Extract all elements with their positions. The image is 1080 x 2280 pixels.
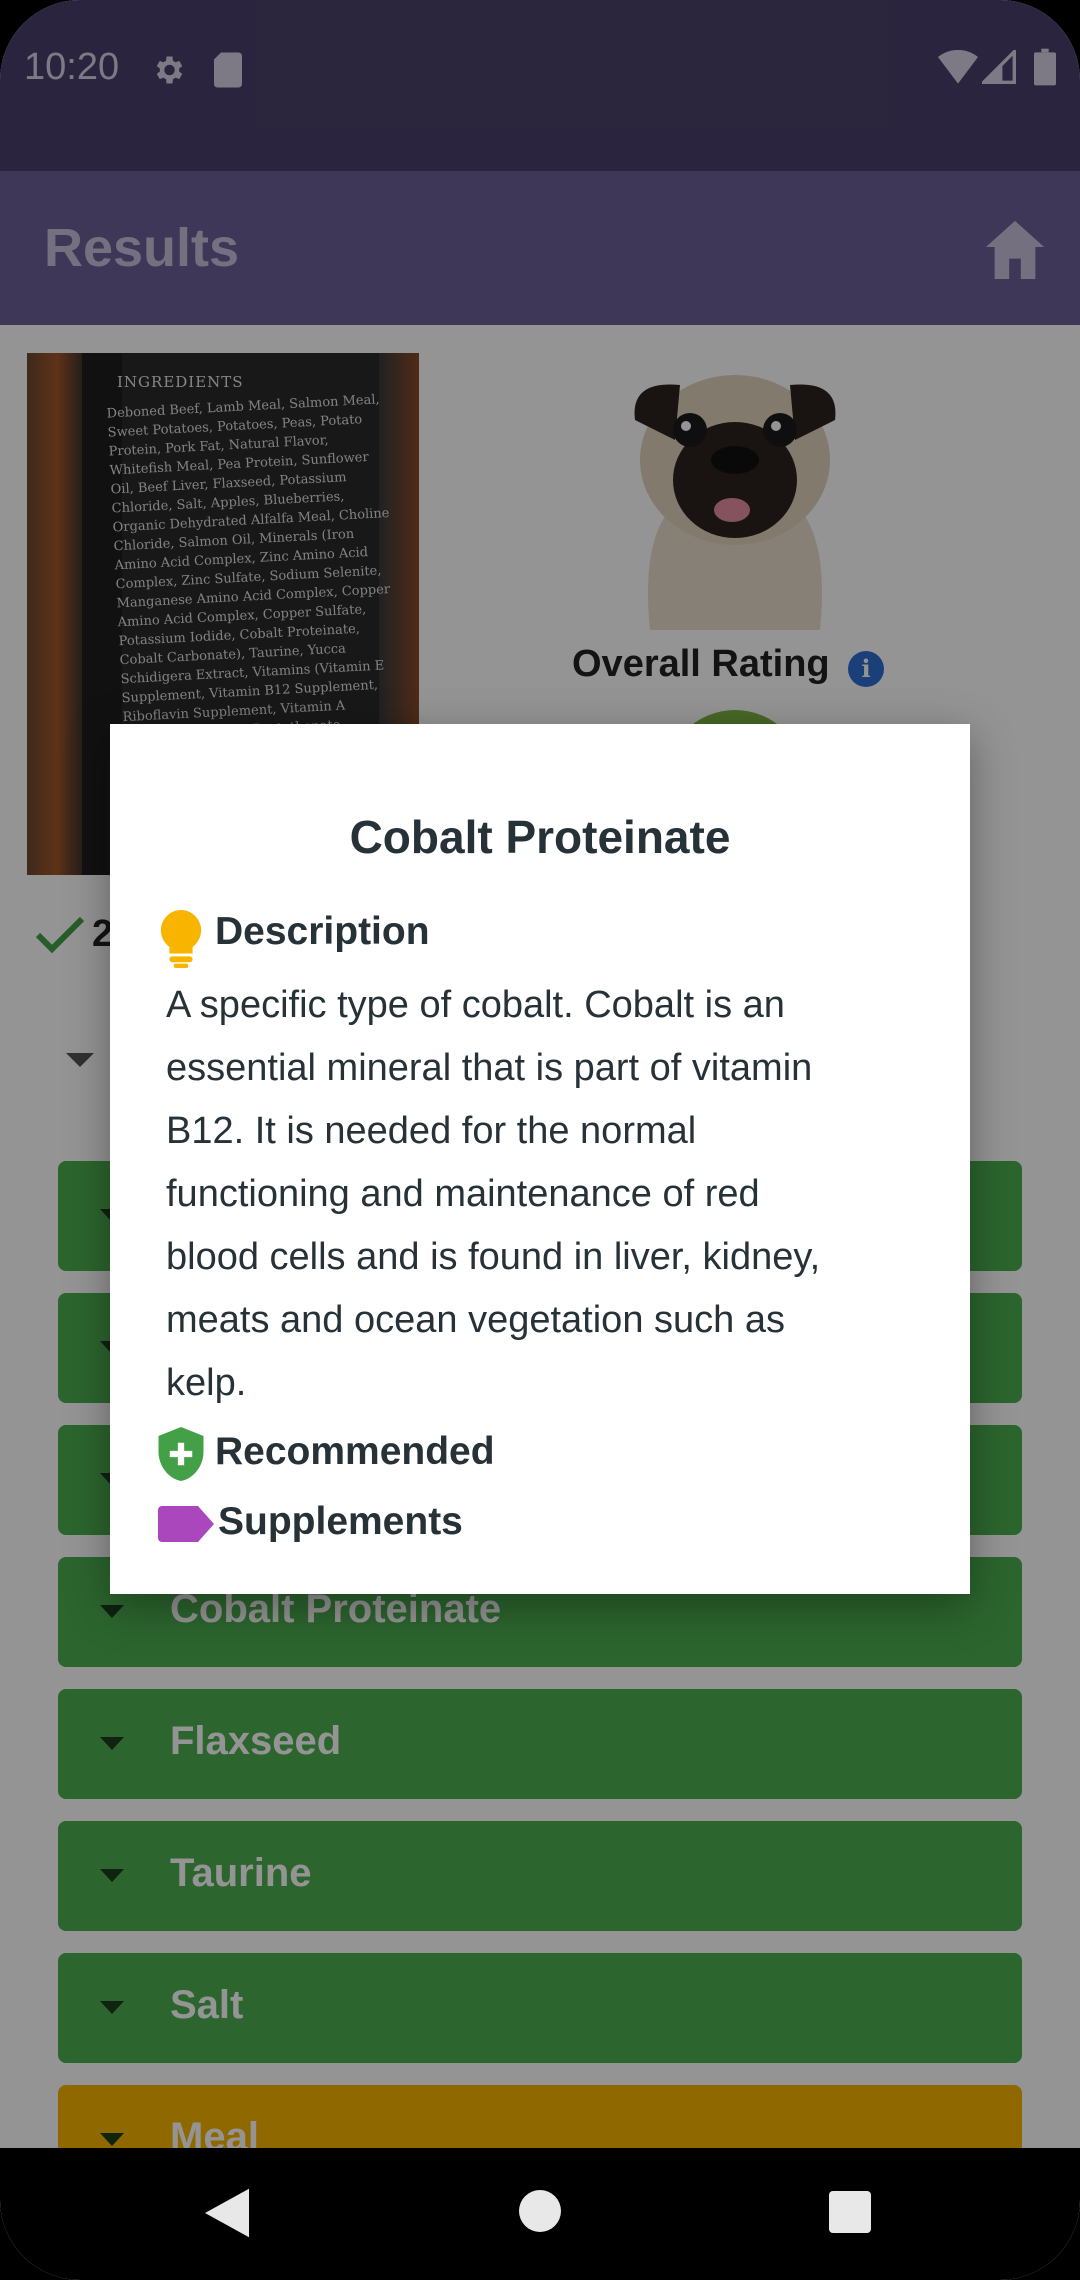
tag-icon [158, 1506, 214, 1542]
lightbulb-icon [160, 910, 202, 968]
description-line: blood cells and is found in liver, kidne… [166, 1236, 821, 1278]
system-nav-bar [0, 2148, 1080, 2280]
dialog-title: Cobalt Proteinate [349, 811, 731, 863]
home-circle-icon[interactable] [519, 2190, 561, 2232]
description-line: meats and ocean vegetation such as [166, 1299, 785, 1341]
description-line: A specific type of cobalt. Cobalt is an [166, 984, 785, 1026]
description-line: functioning and maintenance of red [166, 1173, 760, 1215]
phone-screen: 10:20 Results INGREDIENTS Deboned Beef, … [0, 0, 1080, 2280]
description-line: B12. It is needed for the normal [166, 1110, 697, 1152]
description-text: A specific type of cobalt. Cobalt is an … [166, 974, 926, 1415]
recents-icon[interactable] [829, 2191, 871, 2233]
ingredient-dialog: Cobalt Proteinate Description A specific… [110, 724, 970, 1594]
description-line: essential mineral that is part of vitami… [166, 1047, 813, 1089]
category-label: Supplements [218, 1500, 463, 1543]
description-heading: Description [215, 910, 430, 953]
back-icon[interactable] [205, 2188, 249, 2238]
description-line: kelp. [166, 1362, 247, 1404]
recommendation-label: Recommended [215, 1430, 495, 1473]
shield-plus-icon [158, 1427, 204, 1481]
